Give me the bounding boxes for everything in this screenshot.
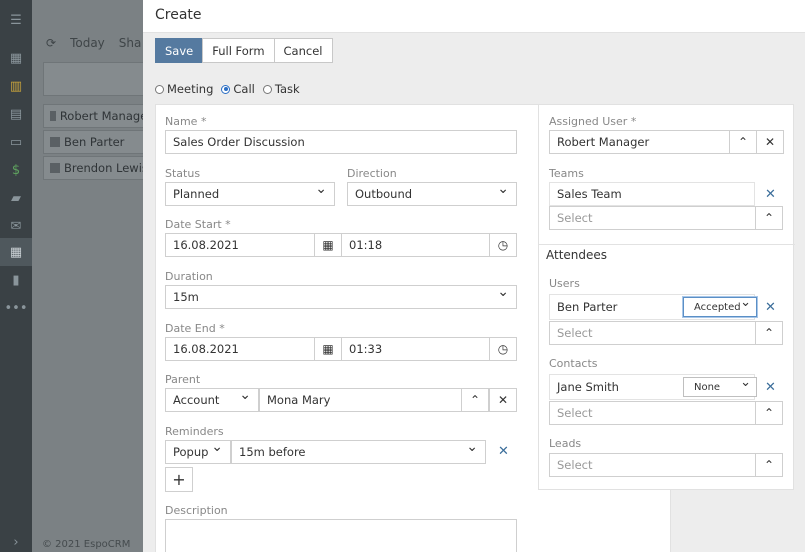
list-item[interactable]: Brendon Lewis [43,156,153,180]
radio-task[interactable]: Task [262,82,300,96]
parent-label: Parent [165,373,201,386]
description-label: Description [165,504,228,517]
expand-icon[interactable]: › [0,528,32,552]
time-end-input[interactable]: 01:33 [341,337,490,361]
today-button[interactable]: Today [70,36,105,50]
assigned-user-label: Assigned User * [549,115,637,128]
chevron-up-icon[interactable]: ⌃ [729,130,757,154]
chevron-up-icon[interactable]: ⌃ [755,453,783,477]
attendees-heading: Attendees [546,248,608,262]
modal-title: Create [143,0,805,33]
parent-input[interactable]: Mona Mary [259,388,462,412]
refresh-icon[interactable]: ⟳ [46,36,56,50]
direction-select[interactable]: Outbound [347,182,517,206]
remove-team-icon[interactable]: ✕ [765,187,776,202]
radio-call[interactable]: Call [221,82,255,96]
leads-label: Leads [549,437,582,450]
remove-contact-icon[interactable]: ✕ [765,380,776,395]
team-item: Sales Team [549,182,755,206]
status-label: Status [165,167,201,180]
calendar-icon[interactable]: ▦ [314,233,342,257]
radio-dot[interactable] [221,84,231,94]
status-select[interactable]: Planned [165,182,335,206]
add-reminder-button[interactable]: + [165,467,193,492]
direction-label: Direction [347,167,397,180]
close-icon[interactable]: ✕ [489,388,517,412]
menu-icon[interactable]: ☰ [0,6,32,34]
avatar [50,111,56,121]
date-end-label: Date End * [165,322,225,335]
user-list-header [43,62,153,96]
users-label: Users [549,277,580,290]
date-start-input[interactable]: 16.08.2021 [165,233,315,257]
email-icon[interactable]: ✉ [0,212,32,240]
save-button[interactable]: Save [155,38,204,63]
name-label: Name * [165,115,207,128]
opportunities-icon[interactable]: $ [0,156,32,184]
radio-meeting[interactable]: Meeting [155,82,213,96]
users-select-input[interactable]: Select [549,321,756,345]
date-start-label: Date Start * [165,218,231,231]
remove-reminder-icon[interactable]: ✕ [498,444,509,459]
date-end-input[interactable]: 16.08.2021 [165,337,315,361]
divider [539,244,795,245]
chevron-up-icon[interactable]: ⌃ [755,321,783,345]
more-icon[interactable]: ••• [0,294,32,322]
list-item[interactable]: Ben Parter [43,130,153,154]
cases-icon[interactable]: ▰ [0,184,32,212]
calendar-toolbar: ⟳ Today Sha [46,36,141,50]
create-modal: Create Save Full Form Cancel Meeting Cal… [143,0,805,552]
user-status-select[interactable]: Accepted [683,295,757,317]
calendar-icon[interactable]: ▦ [0,238,32,266]
cancel-button[interactable]: Cancel [273,38,333,63]
reminder-time-select[interactable]: 15m before [231,440,486,464]
footer: © 2021 EspoCRM [42,539,131,550]
time-start-input[interactable]: 01:18 [341,233,490,257]
radio-dot[interactable] [262,84,272,94]
chevron-up-icon[interactable]: ⌃ [755,401,783,425]
avatar [50,163,60,173]
shared-button[interactable]: Sha [119,36,142,50]
chevron-up-icon[interactable]: ⌃ [755,206,783,230]
leads-icon[interactable]: ▭ [0,128,32,156]
teams-select-input[interactable]: Select [549,206,756,230]
description-textarea[interactable] [165,519,517,552]
name-input[interactable]: Sales Order Discussion [165,130,517,154]
left-nav: ☰ ▦ ▥ ▤ ▭ $ ▰ ✉ ▦ ▮ ••• › [0,0,32,552]
modal-buttons: Save Full Form Cancel [155,38,333,63]
contacts-label: Contacts [549,357,598,370]
chevron-up-icon[interactable]: ⌃ [461,388,489,412]
teams-label: Teams [549,167,584,180]
contacts-icon[interactable]: ▤ [0,100,32,128]
duration-select[interactable]: 15m [165,285,517,309]
reminders-label: Reminders [165,425,224,438]
avatar [50,137,60,147]
accounts-icon[interactable]: ▥ [0,72,32,100]
side-fields-panel: Assigned User * Robert Manager ⌃ ✕ Teams… [538,104,795,490]
parent-type-select[interactable]: Account [165,388,259,412]
full-form-button[interactable]: Full Form [202,38,275,63]
leads-select-input[interactable]: Select [549,453,756,477]
reports-icon[interactable]: ▮ [0,266,32,294]
clock-icon[interactable]: ◷ [489,233,517,257]
clock-icon[interactable]: ◷ [489,337,517,361]
remove-user-icon[interactable]: ✕ [765,300,776,315]
assigned-user-input[interactable]: Robert Manager [549,130,730,154]
duration-label: Duration [165,270,213,283]
reminder-type-select[interactable]: Popup [165,440,231,464]
dashboard-icon[interactable]: ▦ [0,44,32,72]
list-item[interactable]: Robert Manager [43,104,153,128]
radio-dot[interactable] [155,84,164,94]
activity-type-selector: Meeting Call Task [155,82,300,96]
close-icon[interactable]: ✕ [756,130,784,154]
contact-status-select[interactable]: None [683,375,757,397]
calendar-icon[interactable]: ▦ [314,337,342,361]
contacts-select-input[interactable]: Select [549,401,756,425]
